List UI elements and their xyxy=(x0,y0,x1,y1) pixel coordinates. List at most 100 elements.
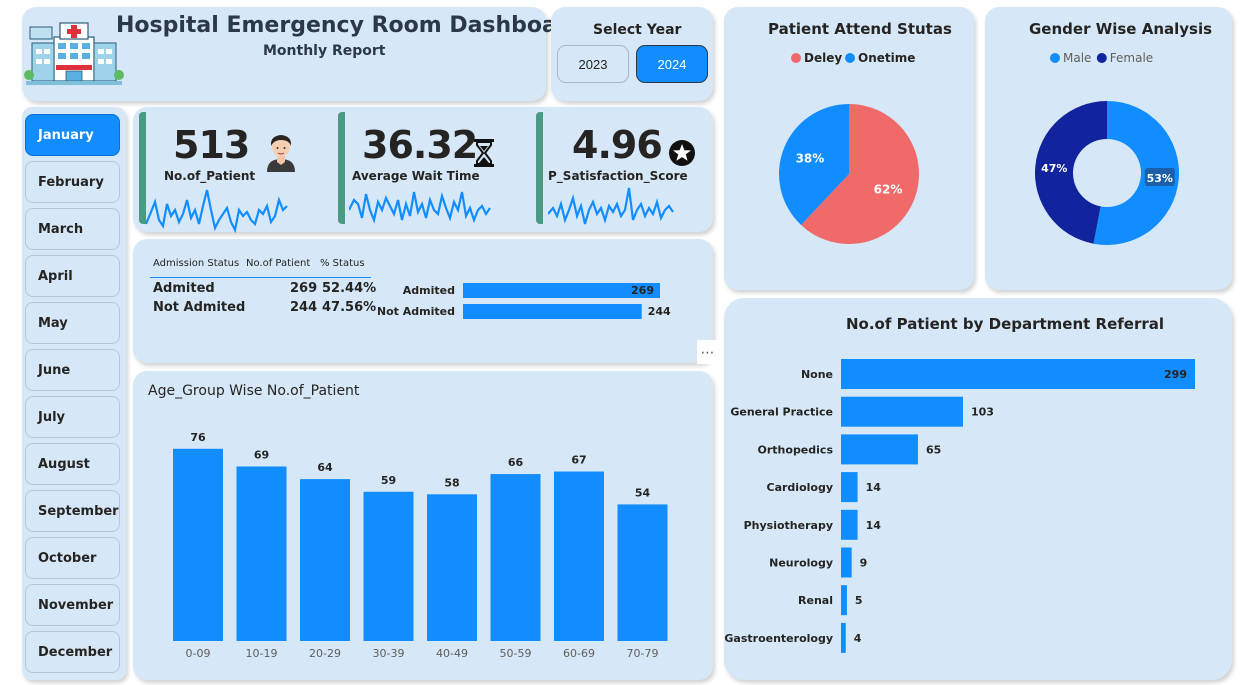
age-bar-value: 58 xyxy=(444,476,459,489)
admission-bar-label: Not Admited xyxy=(378,305,455,318)
dept-bar-value: 14 xyxy=(866,481,882,494)
legend-label: Male xyxy=(1063,51,1091,65)
admission-row-status: Not Admited xyxy=(153,300,246,315)
age-tick-label: 30-39 xyxy=(373,647,405,660)
dept-bar[interactable] xyxy=(841,472,858,503)
admission-header-pct: % Status xyxy=(320,258,365,269)
age-tick-label: 0-09 xyxy=(186,647,211,660)
legend-marker xyxy=(1050,53,1060,63)
dept-bar[interactable] xyxy=(841,585,847,616)
gender-chart-title: Gender Wise Analysis xyxy=(1029,20,1213,38)
age-bar-value: 76 xyxy=(190,431,206,444)
age-bar[interactable] xyxy=(490,474,541,641)
dept-bar-label: General Practice xyxy=(730,406,833,419)
donut-slice-label: 47% xyxy=(1041,162,1067,175)
age-bar[interactable] xyxy=(236,466,287,641)
dept-bar-label: Renal xyxy=(798,594,833,607)
age-tick-label: 40-49 xyxy=(436,647,468,660)
year-2024-button[interactable]: 2024 xyxy=(636,45,708,83)
legend-label: Deley xyxy=(804,51,842,65)
attend-pie-chart: Deley Onetime 62% 38% xyxy=(779,51,919,244)
admission-bar-label: Admited xyxy=(403,284,455,297)
patient-avatar-icon xyxy=(267,135,295,172)
dept-bar-label: Neurology xyxy=(769,557,833,570)
attend-chart-title: Patient Attend Stutas xyxy=(768,20,952,38)
kpi-accent-bar xyxy=(139,112,146,224)
year-2023-button[interactable]: 2023 xyxy=(557,45,629,83)
month-button-march[interactable]: March xyxy=(25,208,120,250)
donut-slice-label: 53% xyxy=(1147,172,1173,185)
hourglass-icon xyxy=(474,139,494,167)
dept-bar[interactable] xyxy=(841,434,918,465)
dept-bar[interactable] xyxy=(841,396,963,427)
age-bar[interactable] xyxy=(554,471,604,641)
department-bar-chart: None 299 General Practice 103 Orthopedics 65 C… xyxy=(724,359,1195,653)
dept-bar-label: Physiotherapy xyxy=(744,519,833,532)
dept-bar-label: Gastroenterology xyxy=(724,632,833,645)
dept-bar[interactable] xyxy=(841,509,858,540)
year-selector-card: Select Year 2023 2024 xyxy=(551,7,713,101)
age-bar-value: 66 xyxy=(508,456,524,469)
admission-bar-chart: Admited 269 Not Admited 244 xyxy=(378,283,671,319)
dept-bar[interactable] xyxy=(841,547,852,578)
legend-marker xyxy=(1096,53,1107,63)
pie-slice-label: 62% xyxy=(874,182,903,196)
age-bar-value: 59 xyxy=(381,474,396,487)
month-button-february[interactable]: February xyxy=(25,161,120,203)
admission-row-status: Admited xyxy=(153,281,215,296)
month-button-december[interactable]: December xyxy=(25,631,120,673)
kpi-patients-sparkline xyxy=(146,189,288,234)
dept-bar-label: Orthopedics xyxy=(758,443,834,456)
admission-row-pct: 47.56% xyxy=(322,300,377,315)
dept-bar[interactable] xyxy=(841,359,1195,389)
admission-bar-value: 244 xyxy=(648,305,671,318)
age-bar[interactable] xyxy=(173,448,223,641)
dept-bar-value: 9 xyxy=(860,557,868,570)
dept-bar-label: None xyxy=(801,368,833,381)
age-tick-label: 60-69 xyxy=(563,647,595,660)
admission-row-count: 269 xyxy=(290,281,318,296)
more-options-button[interactable]: ⋯ xyxy=(697,340,719,364)
admission-bar[interactable] xyxy=(463,304,642,319)
kpi-wait-time-value: 36.32 xyxy=(362,123,478,167)
month-button-september[interactable]: September xyxy=(25,490,120,532)
age-bar[interactable] xyxy=(427,494,477,641)
month-button-august[interactable]: August xyxy=(25,443,120,485)
admission-header-divider xyxy=(150,277,371,278)
month-button-may[interactable]: May xyxy=(25,302,120,344)
age-bar[interactable] xyxy=(617,504,668,641)
kpi-patients-value: 513 xyxy=(173,123,250,167)
legend-marker xyxy=(791,53,801,63)
age-bar[interactable] xyxy=(363,491,414,641)
header-card: Hospital Emergency Room Dashboard Monthl… xyxy=(22,7,584,101)
month-button-november[interactable]: November xyxy=(25,584,120,626)
age-bar[interactable] xyxy=(300,479,350,641)
gender-donut-chart: Male Female 53% 47% xyxy=(1035,51,1179,246)
month-button-april[interactable]: April xyxy=(25,255,120,297)
age-bar-value: 64 xyxy=(317,461,333,474)
age-tick-label: 10-19 xyxy=(246,647,278,660)
dept-bar-value: 103 xyxy=(971,406,994,419)
admission-header-status: Admission Status xyxy=(153,258,240,269)
legend-label: Onetime xyxy=(858,51,915,65)
month-button-october[interactable]: October xyxy=(25,537,120,579)
age-group-bar-chart: 76 0-09 69 10-19 64 20-29 59 30-39 58 40-49 66 50-5… xyxy=(173,431,668,660)
dept-bar[interactable] xyxy=(841,622,846,653)
month-button-january[interactable]: January xyxy=(25,114,120,156)
dept-bar-value: 14 xyxy=(866,519,882,532)
dashboard-title: Hospital Emergency Room Dashboard xyxy=(116,13,584,38)
kpi-satisfaction-value: 4.96 xyxy=(572,123,663,167)
admission-row-count: 244 xyxy=(290,300,318,315)
age-bar-value: 67 xyxy=(571,454,586,467)
admission-bar-value: 269 xyxy=(631,284,654,297)
age-chart-title: Age_Group Wise No.of_Patient xyxy=(148,383,360,399)
month-button-july[interactable]: July xyxy=(25,396,120,438)
admission-header-count: No.of Patient xyxy=(246,258,311,269)
age-bar-value: 69 xyxy=(254,448,269,461)
month-button-june[interactable]: June xyxy=(25,349,120,391)
dept-bar-value: 5 xyxy=(855,594,863,607)
dept-chart-title: No.of Patient by Department Referral xyxy=(846,315,1165,333)
hospital-building-icon xyxy=(24,22,124,85)
pie-slice-label: 38% xyxy=(796,152,825,166)
ellipsis-icon: ⋯ xyxy=(700,343,716,360)
